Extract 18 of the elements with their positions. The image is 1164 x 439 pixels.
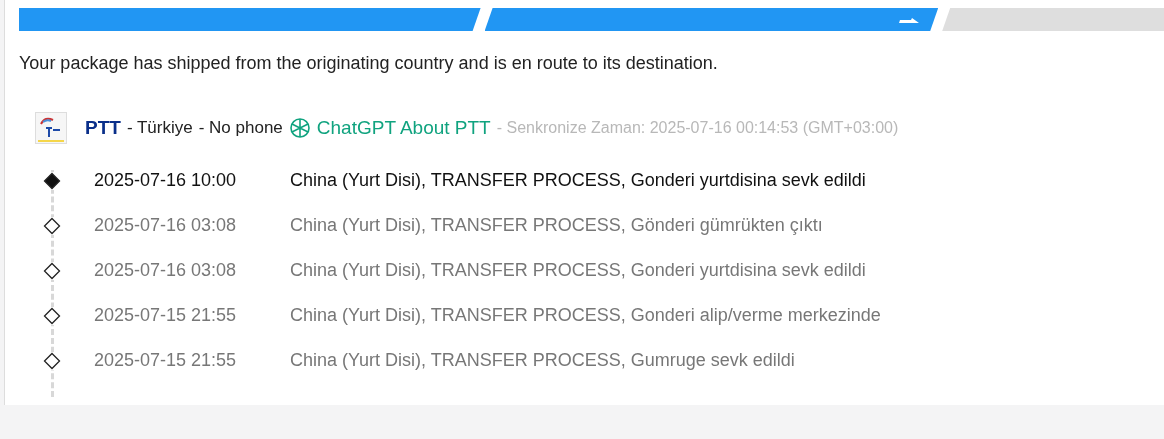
- event-description: China (Yurt Disi), TRANSFER PROCESS, Gonderi yurtdisina sevk edildi: [290, 170, 866, 191]
- chatgpt-link[interactable]: ChatGPT About PTT: [288, 117, 491, 139]
- event-description: China (Yurt Disi), TRANSFER PROCESS, Gonderi yurtdisina sevk edildi: [290, 260, 866, 281]
- plane-icon: [898, 15, 921, 24]
- event-time: 2025-07-16 03:08: [94, 215, 238, 236]
- sync-time: - Senkronize Zaman: 2025-07-16 00:14:53 (GMT+03:00): [496, 119, 899, 137]
- event-description: China (Yurt Disi), TRANSFER PROCESS, Gumruge sevk edildi: [290, 350, 795, 371]
- carrier-name: PTT: [85, 117, 121, 139]
- event-description: China (Yurt Disi), TRANSFER PROCESS, Gonderi alip/verme merkezinde: [290, 305, 881, 326]
- event-time: 2025-07-16 10:00: [94, 170, 238, 191]
- event-time: 2025-07-15 21:55: [94, 305, 238, 326]
- carrier-phone: - No phone: [198, 118, 283, 138]
- carrier-country: - Türkiye: [126, 118, 193, 138]
- status-message: Your package has shipped from the originating country and is en route to its destination.: [19, 53, 719, 74]
- event-time: 2025-07-15 21:55: [94, 350, 238, 371]
- carrier-logo: [35, 112, 67, 144]
- event-description: China (Yurt Disi), TRANSFER PROCESS, Gönderi gümrükten çıktı: [290, 215, 823, 236]
- event-time: 2025-07-16 03:08: [94, 260, 238, 281]
